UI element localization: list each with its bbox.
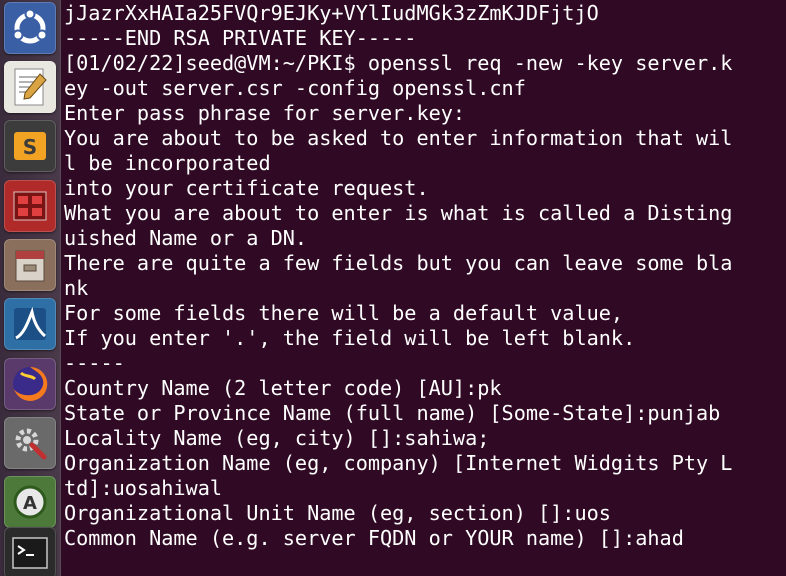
launcher-item-text-editor[interactable] (4, 61, 56, 113)
launcher-item-terminal[interactable] (4, 527, 56, 576)
launcher-item-settings[interactable] (4, 417, 56, 469)
terminal-line: If you enter '.', the field will be left… (64, 326, 636, 350)
terminal-line: Common Name (e.g. server FQDN or YOUR na… (64, 526, 684, 550)
firefox-icon (13, 366, 48, 401)
software-updater-icon: A (13, 485, 47, 519)
launcher-sidebar: S A (0, 0, 61, 576)
terminal-line: There are quite a few fields but you can… (64, 251, 733, 275)
terminal-line: nk (64, 276, 89, 300)
terminal-line: l be incorporated (64, 151, 271, 175)
terminal-line: Organizational Unit Name (eg, section) [… (64, 501, 611, 525)
text-editor-icon (14, 68, 47, 106)
terminal-line: You are about to be asked to enter infor… (64, 126, 733, 150)
terminal-line: For some fields there will be a default … (64, 301, 624, 325)
terminal-line: What you are about to enter is what is c… (64, 201, 733, 225)
terminal-line: td]:uosahiwal (64, 476, 223, 500)
terminal-line: State or Province Name (full name) [Some… (64, 401, 721, 425)
launcher-item-wireshark[interactable] (4, 298, 56, 350)
terminal-line: ----- (64, 351, 125, 375)
terminal-line: Organization Name (eg, company) [Interne… (64, 451, 733, 475)
terminal-line: [01/02/22]seed@VM:~/PKI$ openssl req -ne… (64, 51, 733, 75)
terminal-line: Enter pass phrase for server.key: (64, 101, 466, 125)
terminal-line: Country Name (2 letter code) [AU]:pk (64, 376, 502, 400)
terminal-icon (12, 537, 48, 569)
terminal-line: jJazrXxHAIa25FVQr9EJKy+VYlIudMGk3zZmKJDF… (64, 1, 599, 25)
terminal-line: -----END RSA PRIVATE KEY----- (64, 26, 417, 50)
terminal-line: ey -out server.csr -config openssl.cnf (64, 76, 526, 100)
svg-text:S: S (23, 135, 37, 159)
terminal-line: Locality Name (eg, city) []:sahiwa; (64, 426, 490, 450)
launcher-item-files[interactable] (4, 239, 56, 291)
terminal-line: into your certificate request. (64, 176, 429, 200)
sublime-text-icon: S (14, 132, 46, 160)
launcher-item-software-updater[interactable]: A (4, 476, 56, 528)
launcher-item-dash[interactable] (4, 2, 56, 54)
svg-text:A: A (23, 493, 37, 514)
ubuntu-dash-icon (12, 8, 48, 44)
terminal-window[interactable]: jJazrXxHAIa25FVQr9EJKy+VYlIudMGk3zZmKJDF… (64, 0, 786, 576)
terminal-line: uished Name or a DN. (64, 226, 308, 250)
files-icon (15, 250, 45, 282)
launcher-item-sublime[interactable]: S (4, 120, 56, 172)
wireshark-icon (14, 306, 47, 340)
system-settings-icon (15, 428, 47, 460)
desktop: S A jJazrXxHAIa25FVQr9EJKy+VYlIudMGk3zZm… (0, 0, 786, 576)
launcher-item-firefox[interactable] (4, 358, 56, 410)
bless-hex-editor-icon (13, 191, 47, 221)
launcher-item-hex-editor[interactable] (4, 180, 56, 232)
